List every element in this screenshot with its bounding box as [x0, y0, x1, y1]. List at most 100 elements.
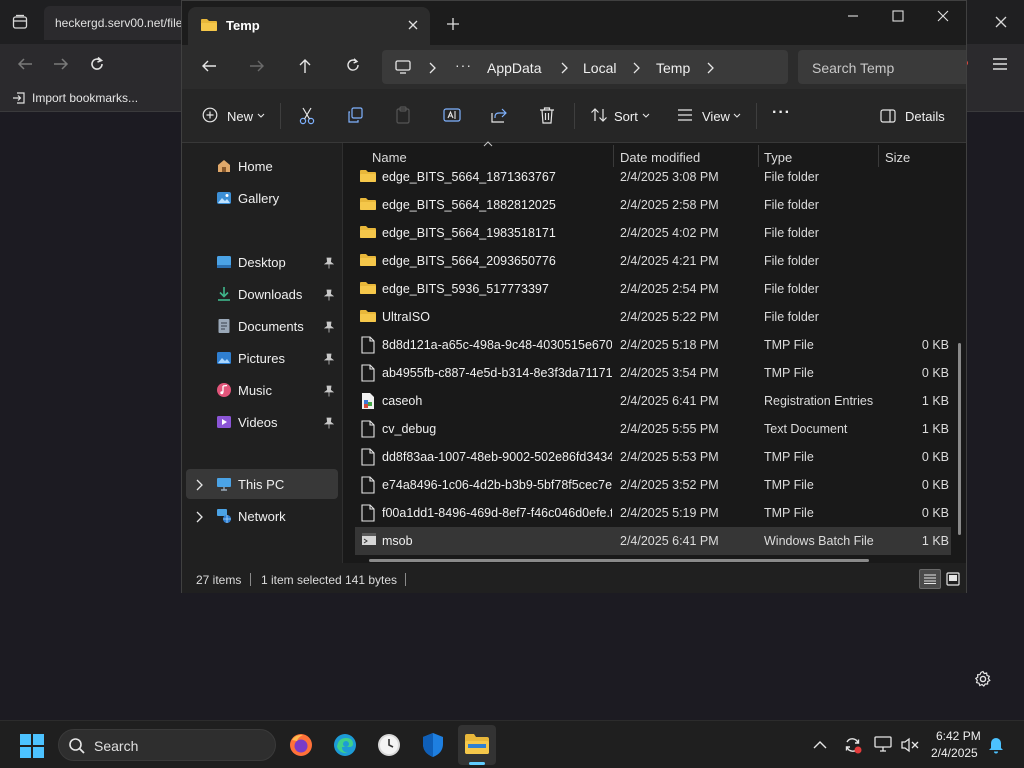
maximize-icon[interactable]: [891, 9, 905, 23]
nav-item-this-pc[interactable]: This PC: [186, 469, 338, 499]
breadcrumb-local[interactable]: Local: [583, 60, 616, 76]
table-row[interactable]: f00a1dd1-8496-469d-8ef7-f46c046d0efe.t..…: [355, 499, 951, 527]
import-bookmarks-link[interactable]: Import bookmarks...: [32, 91, 138, 105]
table-row[interactable]: edge_BITS_5664_1871363767 2/4/2025 3:08 P…: [355, 163, 951, 191]
chevron-right-icon: [560, 62, 568, 74]
tiles-view-toggle[interactable]: [943, 569, 963, 589]
up-arrow-icon[interactable]: [297, 57, 313, 75]
breadcrumb-more[interactable]: ···: [455, 57, 472, 73]
nav-item-desktop[interactable]: Desktop: [182, 247, 340, 277]
details-button[interactable]: Details: [905, 109, 945, 124]
address-bar[interactable]: ··· AppData Local Temp: [382, 50, 788, 84]
table-row[interactable]: dd8f83aa-1007-48eb-9002-502e86fd3434....…: [355, 443, 951, 471]
new-button[interactable]: New: [227, 109, 253, 124]
edge-icon[interactable]: [332, 732, 358, 758]
nav-item-home[interactable]: Home: [182, 151, 340, 181]
table-row[interactable]: UltraISO 2/4/2025 5:22 PM File folder: [355, 303, 951, 331]
sort-icon: [590, 107, 608, 123]
folder-icon: [359, 224, 377, 240]
nav-item-videos[interactable]: Videos: [182, 407, 340, 437]
paste-icon[interactable]: [395, 106, 411, 124]
file-explorer-taskbar-button[interactable]: [458, 725, 496, 765]
search-box[interactable]: Search Temp: [798, 50, 966, 84]
table-row[interactable]: ab4955fb-c887-4e5d-b314-8e3f3da71171....…: [355, 359, 951, 387]
refresh-icon[interactable]: [345, 57, 361, 73]
table-row[interactable]: edge_BITS_5664_1882812025 2/4/2025 2:58 P…: [355, 191, 951, 219]
file-date: 2/4/2025 4:02 PM: [620, 226, 719, 240]
table-row[interactable]: caseoh 2/4/2025 6:41 PM Registration Entri…: [355, 387, 951, 415]
nav-item-documents[interactable]: Documents: [182, 311, 340, 341]
notification-bell-icon[interactable]: [988, 736, 1004, 754]
volume-muted-icon[interactable]: [901, 737, 919, 753]
cut-icon[interactable]: [299, 107, 315, 125]
file-type: Windows Batch File: [764, 534, 874, 548]
pin-icon[interactable]: [324, 385, 334, 397]
view-button[interactable]: View: [702, 109, 730, 124]
tab-close-icon[interactable]: [406, 18, 420, 32]
nav-item-pictures[interactable]: Pictures: [182, 343, 340, 373]
more-options-button[interactable]: ···: [772, 104, 791, 122]
nav-item-network[interactable]: Network: [186, 501, 338, 531]
chevron-right-icon[interactable]: [195, 479, 203, 491]
nav-item-music[interactable]: Music: [182, 375, 340, 405]
window-close-icon[interactable]: [936, 9, 950, 23]
share-icon[interactable]: [491, 107, 507, 123]
new-tab-icon[interactable]: [446, 17, 460, 31]
tray-overflow-chevron-icon[interactable]: [813, 740, 827, 750]
table-row[interactable]: msob 2/4/2025 6:41 PM Windows Batch File 1 …: [355, 527, 951, 555]
network-tray-icon[interactable]: [874, 736, 892, 752]
sort-ascending-icon: [483, 141, 493, 147]
chevron-right-icon[interactable]: [706, 62, 714, 74]
table-row[interactable]: edge_BITS_5664_2093650776 2/4/2025 4:21 P…: [355, 247, 951, 275]
pin-icon[interactable]: [324, 257, 334, 269]
firefox-icon[interactable]: [288, 732, 314, 758]
browser-tab[interactable]: heckergd.serv00.net/file: [44, 6, 194, 40]
details-view-toggle[interactable]: [919, 569, 941, 589]
clock-app-icon[interactable]: [376, 732, 402, 758]
nav-item-gallery[interactable]: Gallery: [182, 183, 340, 213]
pin-icon[interactable]: [324, 417, 334, 429]
breadcrumb-appdata[interactable]: AppData: [487, 60, 541, 76]
folder-icon: [200, 17, 218, 33]
table-row[interactable]: 8d8d121a-a65c-498a-9c48-4030515e6701....…: [355, 331, 951, 359]
file-date: 2/4/2025 6:41 PM: [620, 394, 719, 408]
table-row[interactable]: e74a8496-1c06-4d2b-b3b9-5bf78f5cec7e....…: [355, 471, 951, 499]
download-icon: [216, 286, 232, 302]
explorer-tab[interactable]: Temp: [188, 7, 430, 45]
nav-item-downloads[interactable]: Downloads: [182, 279, 340, 309]
breadcrumb-temp[interactable]: Temp: [656, 60, 690, 76]
sync-alert-icon[interactable]: [843, 735, 863, 755]
delete-icon[interactable]: [539, 106, 555, 124]
forward-arrow-icon[interactable]: [248, 58, 266, 74]
file-type: File folder: [764, 310, 819, 324]
table-row[interactable]: edge_BITS_5664_1983518171 2/4/2025 4:02 P…: [355, 219, 951, 247]
browser-close-icon[interactable]: [993, 14, 1009, 30]
settings-gear-icon[interactable]: [974, 670, 992, 688]
tray-date[interactable]: 2/4/2025: [931, 746, 978, 760]
sort-button[interactable]: Sort: [614, 109, 638, 124]
table-row[interactable]: edge_BITS_5936_517773397 2/4/2025 2:54 PM…: [355, 275, 951, 303]
back-arrow-icon[interactable]: [200, 58, 218, 74]
browser-forward-icon[interactable]: [52, 56, 70, 72]
pin-icon[interactable]: [324, 353, 334, 365]
tray-time[interactable]: 6:42 PM: [936, 729, 981, 743]
file-name: f00a1dd1-8496-469d-8ef7-f46c046d0efe.t..…: [382, 506, 612, 520]
browser-reload-icon[interactable]: [88, 55, 106, 73]
defender-shield-icon[interactable]: [421, 732, 445, 758]
vertical-scrollbar[interactable]: [958, 343, 961, 535]
tab-list-icon[interactable]: [12, 14, 28, 30]
browser-menu-icon[interactable]: [992, 57, 1008, 71]
selected-size: 141 bytes: [345, 573, 398, 587]
file-name: msob: [382, 534, 413, 548]
rename-icon[interactable]: [443, 107, 461, 123]
table-row[interactable]: cv_debug 2/4/2025 5:55 PM Text Document 1 K…: [355, 415, 951, 443]
horizontal-scrollbar[interactable]: [369, 559, 869, 562]
pin-icon[interactable]: [324, 289, 334, 301]
copy-icon[interactable]: [347, 107, 363, 123]
taskbar-search[interactable]: Search: [58, 729, 276, 761]
pin-icon[interactable]: [324, 321, 334, 333]
start-icon[interactable]: [20, 734, 44, 758]
minimize-icon[interactable]: [846, 9, 860, 23]
chevron-right-icon[interactable]: [195, 511, 203, 523]
browser-back-icon[interactable]: [16, 56, 34, 72]
